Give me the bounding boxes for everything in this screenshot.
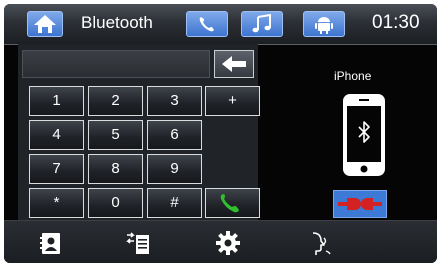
key-3[interactable]: 3 — [147, 86, 202, 116]
phone-icon — [199, 17, 214, 32]
home-icon — [34, 15, 56, 33]
call-log-icon[interactable] — [125, 229, 153, 257]
key-plus[interactable]: + — [205, 86, 260, 116]
key-7[interactable]: 7 — [29, 154, 84, 184]
key-6[interactable]: 6 — [147, 120, 202, 150]
key-2[interactable]: 2 — [88, 86, 143, 116]
number-display — [22, 50, 210, 78]
smartphone-bluetooth-icon — [343, 94, 385, 176]
tab-apps[interactable] — [303, 11, 345, 37]
key-4[interactable]: 4 — [29, 120, 84, 150]
music-note-icon — [252, 13, 271, 33]
key-0[interactable]: 0 — [88, 188, 143, 218]
tab-phone[interactable] — [186, 11, 228, 37]
call-button[interactable] — [205, 188, 260, 218]
top-bar: Bluetooth 01:30 — [4, 4, 437, 45]
key-1[interactable]: 1 — [29, 86, 84, 116]
plug-disconnect-icon — [338, 198, 382, 210]
tab-music[interactable] — [241, 11, 283, 37]
home-button[interactable] — [27, 11, 63, 37]
clock: 01:30 — [372, 12, 420, 33]
key-8[interactable]: 8 — [88, 154, 143, 184]
disconnect-button[interactable] — [333, 190, 387, 218]
key-9[interactable]: 9 — [147, 154, 202, 184]
backspace-button[interactable] — [214, 50, 254, 78]
contacts-icon[interactable] — [37, 229, 65, 257]
back-arrow-icon — [222, 56, 246, 72]
android-icon — [315, 17, 333, 34]
dial-pad-panel: 1 2 3 + 4 5 6 7 8 9 * 0 # — [18, 44, 260, 220]
key-5[interactable]: 5 — [88, 120, 143, 150]
device-name: iPhone — [334, 69, 372, 83]
bottom-nav-bar — [4, 220, 437, 263]
key-star[interactable]: * — [29, 188, 84, 218]
page-title: Bluetooth — [81, 13, 153, 32]
settings-icon[interactable] — [214, 229, 242, 257]
call-icon — [220, 194, 239, 213]
key-hash[interactable]: # — [147, 188, 202, 218]
voice-dial-icon[interactable] — [304, 229, 332, 257]
bluetooth-phone-screen: Bluetooth 01:30 1 2 3 + 4 5 6 7 8 9 * 0 … — [4, 4, 437, 263]
